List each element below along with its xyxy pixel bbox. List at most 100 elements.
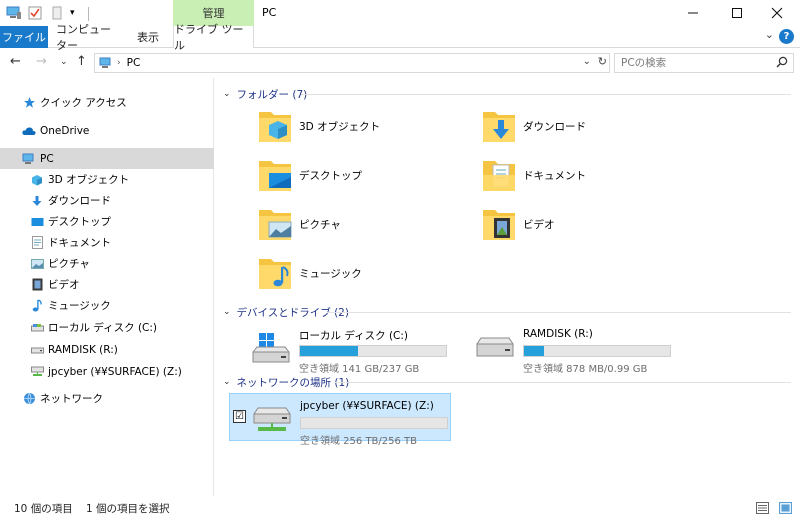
music-icon bbox=[30, 299, 44, 313]
address-dropdown-chevron-icon[interactable]: ⌄ bbox=[583, 56, 591, 67]
network-group-header[interactable]: ⌄ ネットワークの場所 (1) bbox=[223, 374, 349, 390]
maximize-icon bbox=[732, 8, 742, 18]
drive-ramdisk-r[interactable]: RAMDISK (R:) 空き領域 878 MB/0.99 GB bbox=[453, 322, 678, 375]
network-drive-icon bbox=[253, 407, 291, 431]
search-icon[interactable] bbox=[776, 56, 788, 71]
folder-label: ダウンロード bbox=[523, 120, 586, 133]
nav-label: ピクチャ bbox=[48, 258, 90, 270]
nav-label: クイック アクセス bbox=[40, 97, 127, 109]
nav-pc[interactable]: PC bbox=[0, 148, 214, 169]
folder-label: ミュージック bbox=[299, 267, 362, 280]
folder-music-icon bbox=[259, 259, 291, 289]
nav-network-drive-z[interactable]: jpcyber (¥¥SURFACE) (Z:) bbox=[0, 361, 214, 382]
folder-desktop-icon bbox=[259, 161, 291, 191]
title-bar: ▾ 管理 PC bbox=[0, 0, 800, 26]
nav-label: ミュージック bbox=[48, 300, 111, 312]
collapse-chevron-icon[interactable]: ⌄ bbox=[223, 377, 231, 387]
collapse-chevron-icon[interactable]: ⌄ bbox=[223, 307, 231, 317]
selection-checkbox[interactable]: ☑ bbox=[233, 410, 246, 423]
properties-quick-icon[interactable] bbox=[28, 5, 42, 21]
nav-desktop[interactable]: デスクトップ bbox=[0, 211, 214, 232]
tab-drive-tools[interactable]: ドライブ ツール bbox=[173, 23, 254, 52]
up-arrow-icon[interactable]: ↑ bbox=[76, 54, 87, 69]
forward-arrow-icon[interactable]: → bbox=[36, 54, 47, 69]
recent-locations-chevron-icon[interactable]: ⌄ bbox=[60, 57, 68, 67]
status-bar: 10 個の項目 1 個の項目を選択 bbox=[0, 496, 800, 520]
nav-ramdisk-r[interactable]: RAMDISK (R:) bbox=[0, 339, 214, 360]
nav-label: ドキュメント bbox=[48, 237, 111, 249]
folder-documents[interactable]: ドキュメント bbox=[481, 157, 586, 193]
minimize-button[interactable] bbox=[670, 0, 716, 26]
breadcrumb-separator-icon[interactable]: › bbox=[117, 58, 121, 68]
close-icon bbox=[771, 7, 783, 19]
explorer-app-icon[interactable] bbox=[6, 5, 22, 21]
nav-label: 3D オブジェクト bbox=[48, 174, 130, 186]
breadcrumb-pc[interactable]: PC bbox=[127, 57, 141, 69]
document-icon bbox=[30, 236, 44, 250]
tab-computer[interactable]: コンピューター bbox=[56, 23, 120, 52]
drive-name: ローカル ディスク (C:) bbox=[299, 330, 409, 342]
pc-icon bbox=[22, 152, 36, 166]
folder-label: ピクチャ bbox=[299, 218, 341, 231]
nav-3d-objects[interactable]: 3D オブジェクト bbox=[0, 169, 214, 190]
nav-label: ビデオ bbox=[48, 279, 80, 291]
cube-icon bbox=[30, 173, 44, 187]
group-divider bbox=[335, 382, 791, 383]
nav-label: RAMDISK (R:) bbox=[48, 343, 118, 356]
nav-label: OneDrive bbox=[40, 124, 90, 137]
nav-documents[interactable]: ドキュメント bbox=[0, 232, 214, 253]
folder-label: ビデオ bbox=[523, 218, 555, 231]
folder-pictures-icon bbox=[259, 210, 292, 240]
address-row: ← → ⌄ ↑ › PC ⌄ ↻ bbox=[0, 48, 800, 78]
star-icon bbox=[22, 96, 36, 110]
folder-videos[interactable]: ビデオ bbox=[481, 206, 555, 242]
details-view-icon[interactable] bbox=[756, 502, 769, 517]
folder-desktop[interactable]: デスクトップ bbox=[257, 157, 362, 193]
folder-music[interactable]: ミュージック bbox=[257, 255, 362, 291]
nav-music[interactable]: ミュージック bbox=[0, 295, 214, 316]
address-bar[interactable]: › PC ⌄ ↻ bbox=[94, 53, 610, 73]
disk-icon bbox=[30, 321, 44, 335]
drive-usage-fill bbox=[300, 346, 359, 356]
search-box[interactable] bbox=[614, 53, 794, 73]
ribbon-tab-bar: ファイル コンピューター 表示 ドライブ ツール ⌄ ? bbox=[0, 23, 800, 52]
large-icons-view-icon[interactable] bbox=[779, 502, 792, 517]
folder-3d-objects-icon bbox=[259, 112, 291, 142]
network-drive-z[interactable]: ☑ jpcyber (¥¥SURFACE) (Z:) 空き領域 256 TB/2… bbox=[229, 393, 451, 447]
folder-pictures[interactable]: ピクチャ bbox=[257, 206, 341, 242]
back-arrow-icon[interactable]: ← bbox=[10, 54, 21, 69]
nav-onedrive[interactable]: OneDrive bbox=[0, 120, 214, 141]
folders-group-header[interactable]: ⌄ フォルダー (7) bbox=[223, 86, 307, 102]
nav-downloads[interactable]: ダウンロード bbox=[0, 190, 214, 211]
tab-view[interactable]: 表示 bbox=[128, 26, 168, 48]
drive-usage-bar bbox=[300, 417, 448, 429]
search-input[interactable] bbox=[615, 57, 765, 69]
group-title: ネットワークの場所 (1) bbox=[236, 376, 350, 389]
refresh-icon[interactable]: ↻ bbox=[598, 55, 607, 68]
ribbon-expand-chevron-icon[interactable]: ⌄ bbox=[765, 28, 774, 41]
new-folder-quick-icon[interactable] bbox=[50, 5, 64, 21]
nav-network[interactable]: ネットワーク bbox=[0, 388, 214, 409]
help-icon[interactable]: ? bbox=[779, 29, 794, 44]
collapse-chevron-icon[interactable]: ⌄ bbox=[223, 89, 231, 99]
nav-videos[interactable]: ビデオ bbox=[0, 274, 214, 295]
drive-free-space: 空き領域 878 MB/0.99 GB bbox=[523, 364, 648, 375]
close-button[interactable] bbox=[754, 0, 800, 26]
content-pane: ⌄ フォルダー (7) 3D オブジェクト ダウンロード デスクトップ ドキュメ… bbox=[215, 78, 800, 496]
folder-3d-objects[interactable]: 3D オブジェクト bbox=[257, 108, 380, 144]
drive-free-space: 空き領域 256 TB/256 TB bbox=[300, 436, 418, 447]
nav-label: デスクトップ bbox=[48, 216, 111, 228]
video-icon bbox=[30, 278, 44, 292]
folder-label: デスクトップ bbox=[299, 169, 362, 182]
nav-quick-access[interactable]: クイック アクセス bbox=[0, 92, 214, 113]
group-title: フォルダー (7) bbox=[236, 88, 308, 101]
tab-file[interactable]: ファイル bbox=[0, 26, 48, 48]
nav-local-disk-c[interactable]: ローカル ディスク (C:) bbox=[0, 317, 214, 338]
nav-label: ローカル ディスク (C:) bbox=[48, 322, 158, 334]
drive-local-disk-c[interactable]: ローカル ディスク (C:) 空き領域 141 GB/237 GB bbox=[229, 322, 454, 375]
picture-icon bbox=[30, 257, 44, 271]
network-icon bbox=[22, 392, 36, 406]
folder-downloads[interactable]: ダウンロード bbox=[481, 108, 586, 144]
customize-quick-access-icon[interactable]: ▾ bbox=[70, 5, 75, 21]
nav-pictures[interactable]: ピクチャ bbox=[0, 253, 214, 274]
